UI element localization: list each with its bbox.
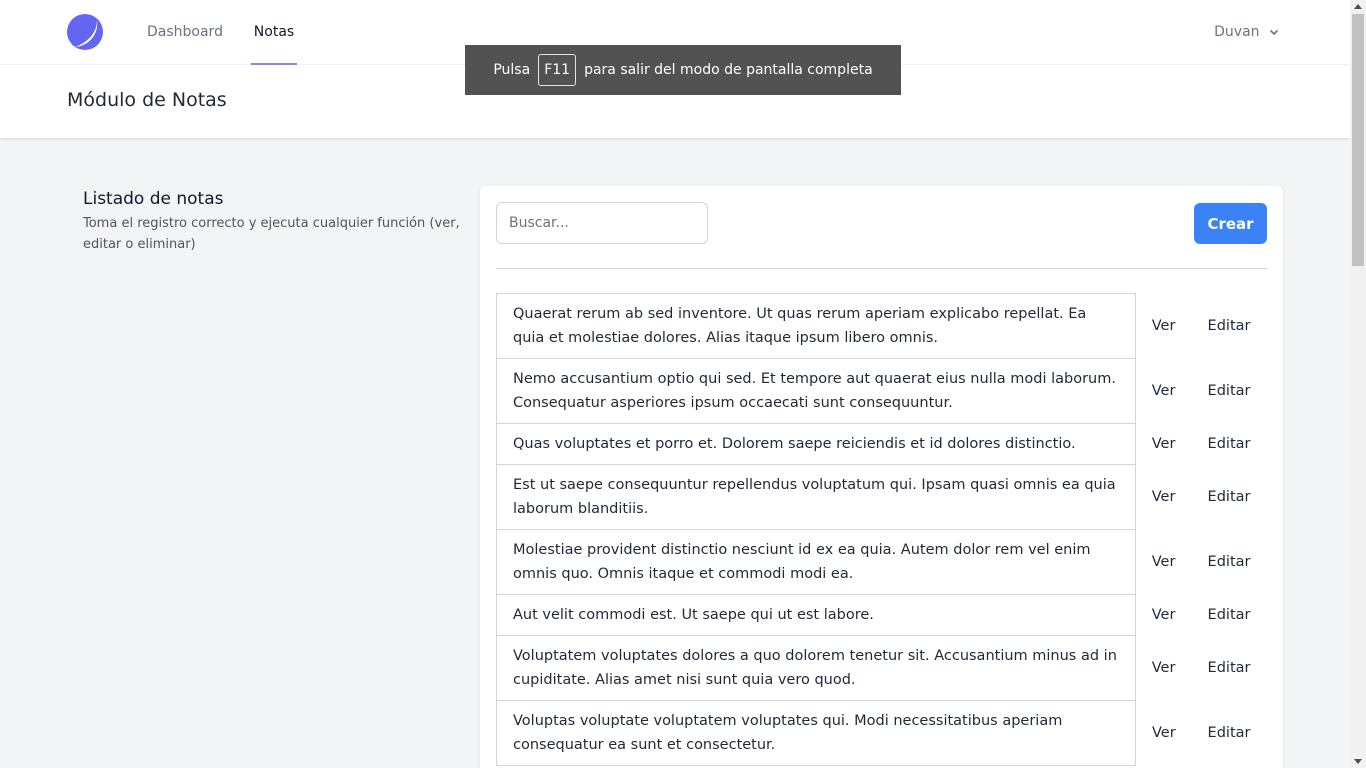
user-menu[interactable]: Duvan xyxy=(1214,0,1280,65)
note-text: Molestiae provident distinctio nesciunt … xyxy=(495,529,1137,595)
page-title: Módulo de Notas xyxy=(67,89,227,111)
scroll-thumb[interactable] xyxy=(1352,14,1364,266)
edit-link[interactable]: Editar xyxy=(1192,424,1267,465)
view-link[interactable]: Ver xyxy=(1136,465,1192,530)
scroll-up-arrow-icon[interactable] xyxy=(1354,4,1362,9)
app-logo-icon[interactable] xyxy=(67,14,103,50)
chevron-down-icon xyxy=(1269,29,1279,36)
create-button[interactable]: Crear xyxy=(1194,203,1267,244)
edit-link[interactable]: Editar xyxy=(1192,359,1267,424)
toast-suffix: para salir del modo de pantalla completa xyxy=(584,62,873,78)
view-link[interactable]: Ver xyxy=(1136,595,1192,636)
edit-link[interactable]: Editar xyxy=(1192,465,1267,530)
fullscreen-toast: Pulsa F11 para salir del modo de pantall… xyxy=(465,45,901,95)
table-row: Nemo accusantium optio qui sed. Et tempo… xyxy=(495,358,1267,424)
table-row: Molestiae provident distinctio nesciunt … xyxy=(495,529,1267,595)
edit-link[interactable]: Editar xyxy=(1192,294,1267,359)
divider xyxy=(496,268,1267,269)
table-row: Voluptatem voluptates dolores a quo dolo… xyxy=(495,635,1267,701)
note-text: Aut velit commodi est. Ut saepe qui ut e… xyxy=(495,594,1137,636)
note-text: Est ut saepe consequuntur repellendus vo… xyxy=(495,464,1137,530)
view-link[interactable]: Ver xyxy=(1136,424,1192,465)
user-name: Duvan xyxy=(1214,24,1260,40)
nav-link-dashboard[interactable]: Dashboard xyxy=(147,0,223,65)
note-text: Quaerat rerum ab sed inventore. Ut quas … xyxy=(495,293,1137,359)
search-input[interactable] xyxy=(496,202,708,244)
page-scrollbar[interactable] xyxy=(1350,0,1366,768)
edit-link[interactable]: Editar xyxy=(1192,701,1267,766)
section-info: Listado de notas Toma el registro correc… xyxy=(83,189,463,255)
table-row: Quas voluptates et porro et. Dolorem sae… xyxy=(495,423,1267,465)
toast-key: F11 xyxy=(538,54,577,86)
table-row: Quaerat rerum ab sed inventore. Ut quas … xyxy=(495,293,1267,359)
note-text: Voluptatem voluptates dolores a quo dolo… xyxy=(495,635,1137,701)
nav-link-notas[interactable]: Notas xyxy=(251,0,297,65)
edit-link[interactable]: Editar xyxy=(1192,636,1267,701)
edit-link[interactable]: Editar xyxy=(1192,530,1267,595)
table-row: Voluptas voluptate voluptatem voluptates… xyxy=(495,700,1267,766)
edit-link[interactable]: Editar xyxy=(1192,595,1267,636)
scroll-down-arrow-icon[interactable] xyxy=(1354,759,1362,764)
section-title: Listado de notas xyxy=(83,189,224,209)
section-description: Toma el registro correcto y ejecuta cual… xyxy=(83,216,460,252)
notes-table: Quaerat rerum ab sed inventore. Ut quas … xyxy=(495,293,1267,766)
note-text: Quas voluptates et porro et. Dolorem sae… xyxy=(495,423,1137,465)
note-text: Nemo accusantium optio qui sed. Et tempo… xyxy=(495,358,1137,424)
view-link[interactable]: Ver xyxy=(1136,294,1192,359)
view-link[interactable]: Ver xyxy=(1136,359,1192,424)
note-text: Voluptas voluptate voluptatem voluptates… xyxy=(495,700,1137,766)
view-link[interactable]: Ver xyxy=(1136,636,1192,701)
view-link[interactable]: Ver xyxy=(1136,530,1192,595)
table-row: Aut velit commodi est. Ut saepe qui ut e… xyxy=(495,594,1267,636)
table-row: Est ut saepe consequuntur repellendus vo… xyxy=(495,464,1267,530)
view-link[interactable]: Ver xyxy=(1136,701,1192,766)
notes-card: Crear Quaerat rerum ab sed inventore. Ut… xyxy=(480,186,1283,768)
toast-prefix: Pulsa xyxy=(493,62,531,78)
